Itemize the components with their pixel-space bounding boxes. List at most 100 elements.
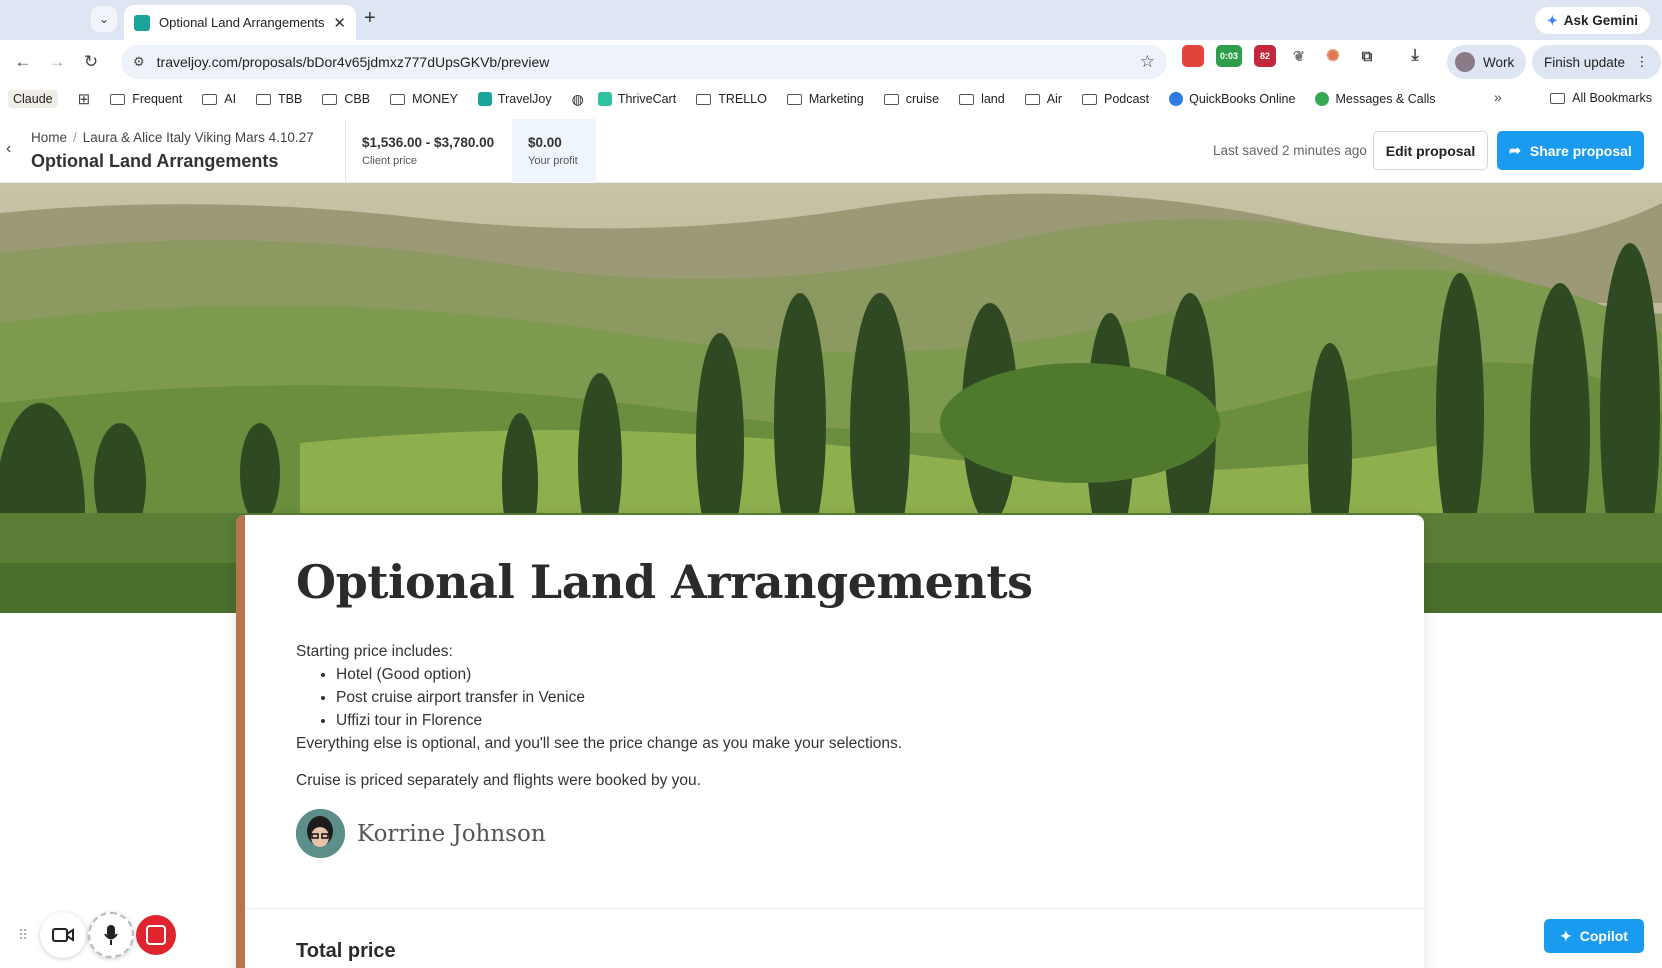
recorder-controls: ⠿	[18, 912, 177, 958]
bookmark-folder-cbb[interactable]: CBB	[322, 92, 370, 106]
section-divider	[245, 908, 1424, 909]
folder-icon	[696, 93, 712, 105]
bookmark-folder-trello[interactable]: TRELLO	[696, 92, 767, 106]
extension-feather-icon[interactable]: ❦	[1288, 45, 1310, 67]
bookmark-folder-money[interactable]: MONEY	[390, 92, 458, 106]
list-item: Hotel (Good option)	[336, 663, 902, 686]
proposal-header: ‹ Home / Laura & Alice Italy Viking Mars 4…	[0, 119, 1662, 183]
address-bar[interactable]: ⚙ traveljoy.com/proposals/bDor4v65jdmxz7…	[121, 45, 1167, 79]
extension-red-icon[interactable]	[1182, 45, 1204, 67]
bookmarks-bar: Claude ⊞ Frequent AI TBB CBB MONEY Trave…	[0, 84, 1662, 114]
all-bookmarks-label: All Bookmarks	[1572, 91, 1652, 105]
breadcrumb-home[interactable]: Home	[31, 130, 67, 145]
folder-icon	[1024, 93, 1040, 105]
optional-note: Everything else is optional, and you'll …	[296, 735, 903, 752]
forward-arrow-icon[interactable]: →	[40, 45, 74, 79]
camera-button[interactable]	[40, 912, 87, 958]
card-accent-bar	[236, 515, 245, 968]
bookmark-claude[interactable]: Claude	[8, 90, 58, 108]
drag-handle-icon[interactable]: ⠿	[18, 927, 28, 944]
folder-icon	[786, 93, 802, 105]
back-chevron-icon[interactable]: ‹	[6, 140, 11, 158]
ask-gemini-label: Ask Gemini	[1563, 13, 1638, 28]
your-profit: $0.00 Your profit	[512, 119, 596, 183]
bookmark-folder-cruise[interactable]: cruise	[883, 92, 939, 106]
advisor: Korrine Johnson	[296, 809, 546, 858]
breadcrumb: Home / Laura & Alice Italy Viking Mars 4.1…	[31, 130, 314, 145]
copilot-button[interactable]: ✦ Copilot	[1544, 919, 1644, 953]
extension-calendar-icon[interactable]: 82	[1254, 45, 1276, 67]
browser-tabstrip: ⌄ Optional Land Arrangements ✕ + ✦ Ask G…	[0, 0, 1662, 40]
bookmark-folder-frequent[interactable]: Frequent	[110, 92, 182, 106]
bookmark-label: QuickBooks Online	[1189, 92, 1296, 106]
share-arrow-icon: ➦	[1509, 142, 1521, 158]
bookmark-quickbooks[interactable]: QuickBooks Online	[1169, 92, 1295, 106]
profile-button[interactable]: Work	[1447, 45, 1527, 79]
close-tab-icon[interactable]: ✕	[333, 14, 346, 32]
apps-grid-icon[interactable]: ⊞	[78, 90, 91, 108]
active-tab[interactable]: Optional Land Arrangements ✕	[124, 5, 356, 40]
bookmark-thrivecart[interactable]: ThriveCart	[597, 92, 676, 106]
folder-icon	[322, 93, 338, 105]
page-title: Optional Land Arrangements	[31, 151, 279, 171]
reload-icon[interactable]: ↻	[74, 45, 108, 79]
proposal-card: Optional Land Arrangements Starting pric…	[236, 515, 1424, 968]
microphone-button[interactable]	[88, 912, 135, 958]
bookmark-label: TRELLO	[718, 92, 767, 106]
bookmark-folder-ai[interactable]: AI	[202, 92, 236, 106]
browser-toolbar: ← → ↻ ⚙ traveljoy.com/proposals/bDor4v65…	[0, 40, 1662, 84]
bookmark-folder-podcast[interactable]: Podcast	[1081, 92, 1149, 106]
bookmark-star-icon[interactable]: ☆	[1140, 52, 1155, 72]
bookmark-folder-tbb[interactable]: TBB	[256, 92, 302, 106]
bookmark-label: land	[981, 92, 1005, 106]
new-tab-icon[interactable]: +	[364, 7, 376, 30]
card-title: Optional Land Arrangements	[296, 555, 1033, 609]
url-text[interactable]: traveljoy.com/proposals/bDor4v65jdmxz777…	[157, 54, 1140, 70]
bookmark-label: Marketing	[808, 92, 864, 106]
bookmark-label: Air	[1046, 92, 1062, 106]
quickbooks-icon	[1169, 92, 1184, 106]
bookmark-folder-air[interactable]: Air	[1024, 92, 1062, 106]
edit-proposal-button[interactable]: Edit proposal	[1373, 131, 1488, 170]
folder-icon	[390, 93, 406, 105]
bookmark-label: MONEY	[412, 92, 458, 106]
profit-label: Your profit	[528, 155, 578, 167]
list-item: Post cruise airport transfer in Venice	[336, 686, 902, 709]
bookmark-folder-marketing[interactable]: Marketing	[786, 92, 864, 106]
folder-icon	[959, 93, 975, 105]
client-price: $1,536.00 - $3,780.00 Client price	[345, 119, 512, 183]
folder-icon	[110, 93, 126, 105]
traveljoy-icon	[477, 92, 492, 106]
download-icon[interactable]: ⤓	[1404, 45, 1426, 67]
stop-icon	[146, 925, 167, 945]
breadcrumb-trip[interactable]: Laura & Alice Italy Viking Mars 4.10.27	[83, 130, 314, 145]
ask-gemini-button[interactable]: ✦ Ask Gemini	[1534, 7, 1650, 34]
bookmark-traveljoy[interactable]: TravelJoy	[477, 92, 552, 106]
client-price-value: $1,536.00 - $3,780.00	[362, 135, 495, 150]
back-arrow-icon[interactable]: ←	[6, 45, 40, 79]
folder-icon	[1550, 92, 1566, 104]
camera-icon	[52, 928, 75, 942]
bookmark-label: Messages & Calls	[1335, 92, 1436, 106]
all-bookmarks[interactable]: All Bookmarks	[1550, 91, 1652, 105]
stop-recording-button[interactable]	[136, 915, 177, 955]
globe-icon[interactable]: ◍	[572, 91, 584, 108]
extension-timer-icon[interactable]: 0:03	[1216, 45, 1242, 67]
bookmark-folder-land[interactable]: land	[959, 92, 1005, 106]
more-bookmarks-chevron-icon[interactable]: »	[1494, 89, 1502, 105]
bookmark-messages-calls[interactable]: Messages & Calls	[1315, 92, 1436, 106]
traveljoy-favicon-icon	[134, 14, 150, 31]
tab-search-chevron-icon[interactable]: ⌄	[91, 6, 117, 32]
share-proposal-button[interactable]: ➦ Share proposal	[1497, 131, 1644, 170]
extension-claude-icon[interactable]: ✺	[1322, 45, 1344, 67]
kebab-menu-icon[interactable]: ⋮	[1635, 54, 1649, 70]
folder-icon	[256, 93, 272, 105]
messages-icon	[1315, 92, 1330, 106]
extensions-puzzle-icon[interactable]: ⧉	[1356, 45, 1378, 67]
cruise-note: Cruise is priced separately and flights …	[296, 772, 701, 789]
gemini-sparkle-icon: ✦	[1546, 12, 1558, 28]
bookmark-label: TBB	[278, 92, 303, 106]
finish-update-button[interactable]: Finish update ⋮	[1532, 45, 1661, 79]
copilot-label: Copilot	[1579, 928, 1628, 944]
site-settings-icon[interactable]: ⚙	[133, 54, 145, 70]
